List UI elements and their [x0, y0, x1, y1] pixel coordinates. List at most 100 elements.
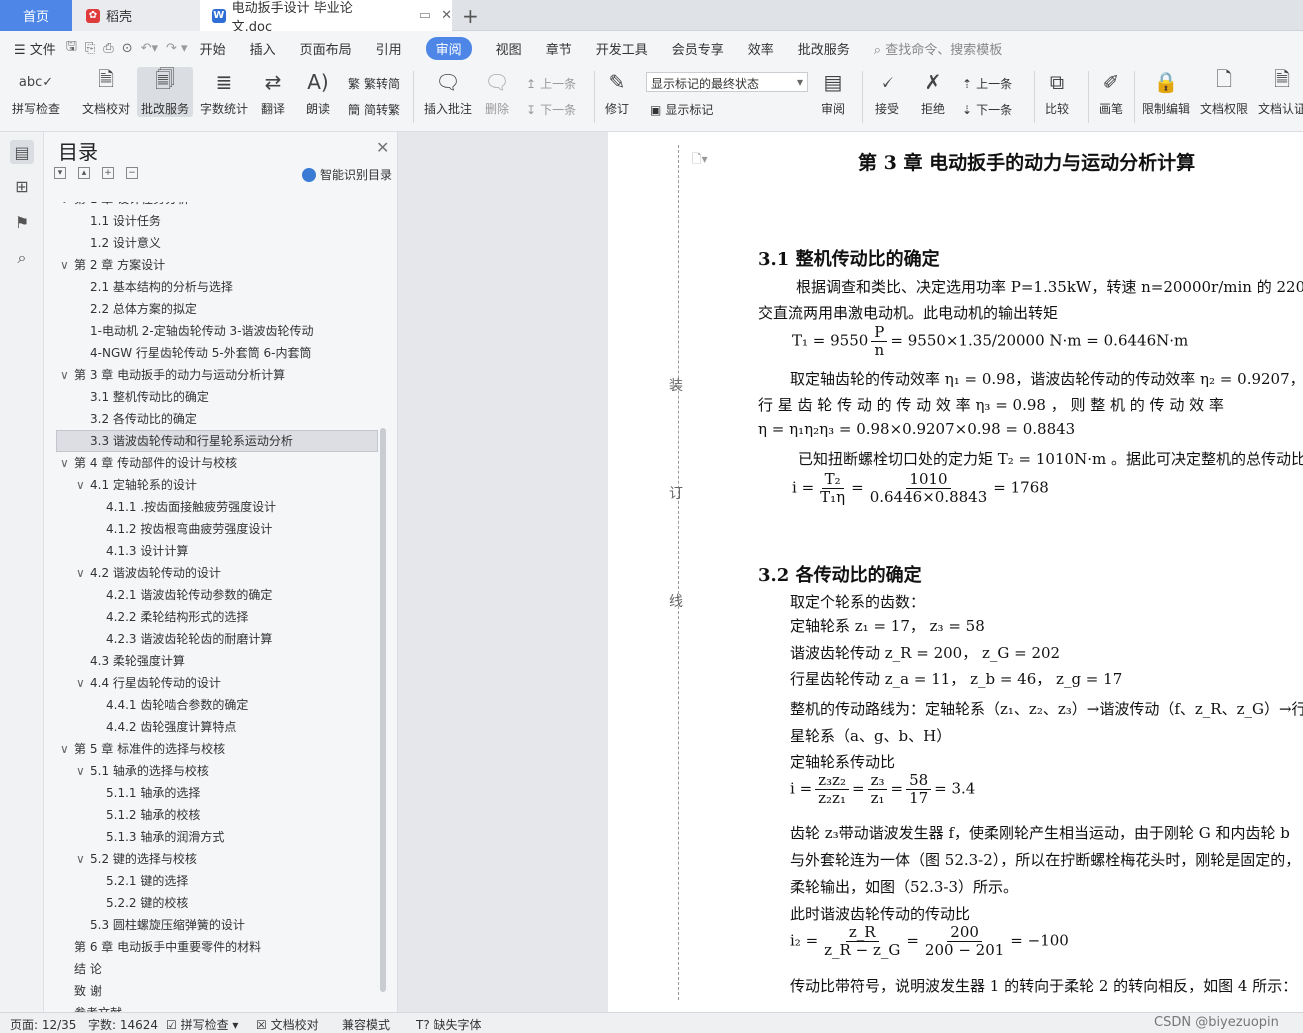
next-comment-button[interactable]: ↧ 下一条 [526, 101, 576, 118]
export-icon[interactable]: ⎘ [85, 41, 95, 56]
toc-item[interactable]: 1.1 设计任务 [76, 210, 161, 232]
toc-item[interactable]: 4.1.1 .按齿面接触疲劳强度设计 [92, 496, 276, 518]
chapter-nav-icon[interactable]: ⊞ [10, 174, 34, 198]
toc-item[interactable]: 5.3 圆柱螺旋压缩弹簧的设计 [76, 914, 245, 936]
chevron-down-icon[interactable]: ∨ [60, 738, 74, 760]
toc-item[interactable]: ∨ 第 2 章 方案设计 [60, 254, 165, 276]
toc-item[interactable]: 4.1.2 按齿根弯曲疲劳强度设计 [92, 518, 272, 540]
toc-item[interactable]: 5.2.1 键的选择 [92, 870, 188, 892]
simp-to-trad-button[interactable]: 簡简转繁 [348, 101, 400, 118]
toc-item[interactable]: ∨ 5.2 键的选择与校核 [76, 848, 197, 870]
add-heading-icon[interactable]: + [102, 167, 114, 179]
toc-item[interactable]: 2.1 基本结构的分析与选择 [76, 276, 233, 298]
menu-view[interactable]: 视图 [496, 39, 522, 58]
toc-item[interactable]: 3.2 各传动比的确定 [76, 408, 197, 430]
restrict-edit-button[interactable]: 🔒 限制编辑 [1142, 67, 1190, 117]
chevron-down-icon[interactable]: ∨ [60, 452, 74, 474]
doccheck-button[interactable]: 🗎 文档校对 [82, 67, 130, 117]
chevron-down-icon[interactable]: ∨ [60, 254, 74, 276]
toc-item[interactable]: ∨ 第 5 章 标准件的选择与校核 [60, 738, 225, 760]
toc-item[interactable]: ∨ 第 3 章 电动扳手的动力与运动分析计算 [60, 364, 285, 386]
toc-item[interactable]: 4.2.3 谐波齿轮轮齿的耐磨计算 [92, 628, 272, 650]
prev-change-button[interactable]: ⇡ 上一条 [962, 75, 1012, 92]
toc-item[interactable]: ∨ 4.2 谐波齿轮传动的设计 [76, 562, 221, 584]
status-spellcheck[interactable]: ☑ 拼写检查 ▾ [166, 1016, 238, 1033]
redo-icon[interactable]: ↷ ▾ [166, 41, 188, 56]
toc-item[interactable]: 3.1 整机传动比的确定 [76, 386, 209, 408]
next-change-button[interactable]: ⇣ 下一条 [962, 101, 1012, 118]
menu-section[interactable]: 章节 [546, 39, 572, 58]
window-restore-icon[interactable]: ▭ [419, 8, 431, 23]
doc-permission-button[interactable]: 🗋 文档权限 [1200, 67, 1248, 117]
tab-home[interactable]: 首页 [0, 0, 72, 31]
command-search[interactable]: ⌕ 查找命令、搜索模板 [874, 39, 1002, 58]
toc-panel-icon[interactable]: ▤ [10, 140, 34, 164]
show-markup-button[interactable]: ▣ 显示标记 [650, 101, 713, 118]
collapse-all-icon[interactable]: ▾ [54, 167, 66, 179]
toc-item[interactable]: 第 6 章 电动扳手中重要零件的材料 [60, 936, 261, 958]
insert-comment-button[interactable]: 🗨 插入批注 [424, 67, 472, 117]
save-icon[interactable]: 🖫 [66, 37, 77, 59]
toc-item[interactable]: 5.1.3 轴承的润滑方式 [92, 826, 224, 848]
toc-item[interactable]: ∨第 1 章 设计任务分析 [60, 202, 189, 210]
track-state-select[interactable]: 显示标记的最终状态 ▾ [646, 72, 808, 92]
spellcheck-button[interactable]: abc✓ 拼写检查 [12, 67, 60, 117]
menu-member[interactable]: 会员专享 [672, 39, 724, 58]
chevron-down-icon[interactable]: ∨ [76, 848, 90, 870]
toc-item[interactable]: 4-NGW 行星齿轮传动 5-外套筒 6-内套筒 [76, 342, 311, 364]
pen-button[interactable]: ✐ 画笔 [1096, 67, 1126, 117]
toc-item[interactable]: ∨ 第 4 章 传动部件的设计与校核 [60, 452, 237, 474]
undo-icon[interactable]: ↶▾ [141, 41, 158, 56]
toc-item[interactable]: 2.2 总体方案的拟定 [76, 298, 197, 320]
chevron-down-icon[interactable]: ∨ [76, 562, 90, 584]
doc-auth-button[interactable]: 🗎 文档认证 [1258, 67, 1303, 117]
tab-daoke[interactable]: ✿ 稻壳 [72, 0, 200, 31]
prev-comment-button[interactable]: ↥ 上一条 [526, 75, 576, 92]
toc-item[interactable]: 4.2.2 柔轮结构形式的选择 [92, 606, 248, 628]
add-tab-icon[interactable]: + [462, 4, 479, 28]
toc-item[interactable]: 4.4.2 齿轮强度计算特点 [92, 716, 236, 738]
menu-devtools[interactable]: 开发工具 [596, 39, 648, 58]
toc-item[interactable]: ∨ 5.1 轴承的选择与校核 [76, 760, 209, 782]
word-count[interactable]: 字数: 14624 [88, 1016, 158, 1033]
trad-to-simp-button[interactable]: 繁繁转简 [348, 75, 400, 92]
expand-up-icon[interactable]: ▴ [78, 167, 90, 179]
chevron-down-icon[interactable]: ∨ [60, 202, 74, 210]
translate-button[interactable]: ⇄ 翻译 [258, 67, 288, 117]
toc-item[interactable]: 3.3 谐波齿轮传动和行星轮系运动分析 [76, 430, 293, 452]
toc-item[interactable]: 4.4.1 齿轮啮合参数的确定 [92, 694, 248, 716]
preview-icon[interactable]: ⊙ [122, 41, 133, 56]
toc-item[interactable]: 致 谢 [60, 980, 102, 1002]
menu-review[interactable]: 审阅 [425, 36, 472, 60]
review-pane-button[interactable]: ▤ 审阅 [818, 67, 848, 117]
menu-efficiency[interactable]: 效率 [748, 39, 774, 58]
toc-item[interactable]: 5.1.2 轴承的校核 [92, 804, 200, 826]
missing-font[interactable]: T? 缺失字体 [416, 1016, 482, 1033]
find-icon[interactable]: ⌕ [10, 246, 34, 270]
delete-comment-button[interactable]: 🗨 删除 [482, 67, 512, 117]
bookmark-icon[interactable]: ⚑ [10, 210, 34, 234]
wordcount-button[interactable]: ≣ 字数统计 [200, 67, 248, 117]
toc-scrollbar[interactable] [380, 428, 386, 992]
toc-item[interactable]: 参考文献 [60, 1002, 122, 1012]
menu-insert[interactable]: 插入 [250, 39, 276, 58]
close-icon[interactable]: ✕ [376, 138, 389, 157]
readaloud-button[interactable]: A) 朗读 [303, 67, 333, 117]
toc-item[interactable]: 4.3 柔轮强度计算 [76, 650, 185, 672]
menu-start[interactable]: 开始 [200, 39, 226, 58]
toc-item[interactable]: 4.1.3 设计计算 [92, 540, 188, 562]
chevron-down-icon[interactable]: ∨ [76, 760, 90, 782]
accept-button[interactable]: 🗸 接受 [872, 67, 902, 117]
toc-item[interactable]: ∨ 4.1 定轴轮系的设计 [76, 474, 197, 496]
toc-item[interactable]: 5.1.1 轴承的选择 [92, 782, 200, 804]
toc-item[interactable]: 1.2 设计意义 [76, 232, 161, 254]
chevron-down-icon[interactable]: ∨ [76, 474, 90, 496]
correction-service-button[interactable]: 🗐 批改服务 [137, 67, 194, 117]
print-icon[interactable]: ⎙ [103, 41, 113, 56]
compare-button[interactable]: ⧉ 比较 [1042, 67, 1072, 117]
toc-item[interactable]: 5.2.2 键的校核 [92, 892, 188, 914]
revise-button[interactable]: ✎ 修订 [602, 67, 632, 117]
toc-item[interactable]: 4.2.1 谐波齿轮传动参数的确定 [92, 584, 272, 606]
smart-toc-button[interactable]: 智能识别目录 [302, 166, 392, 183]
chevron-down-icon[interactable]: ∨ [76, 672, 90, 694]
